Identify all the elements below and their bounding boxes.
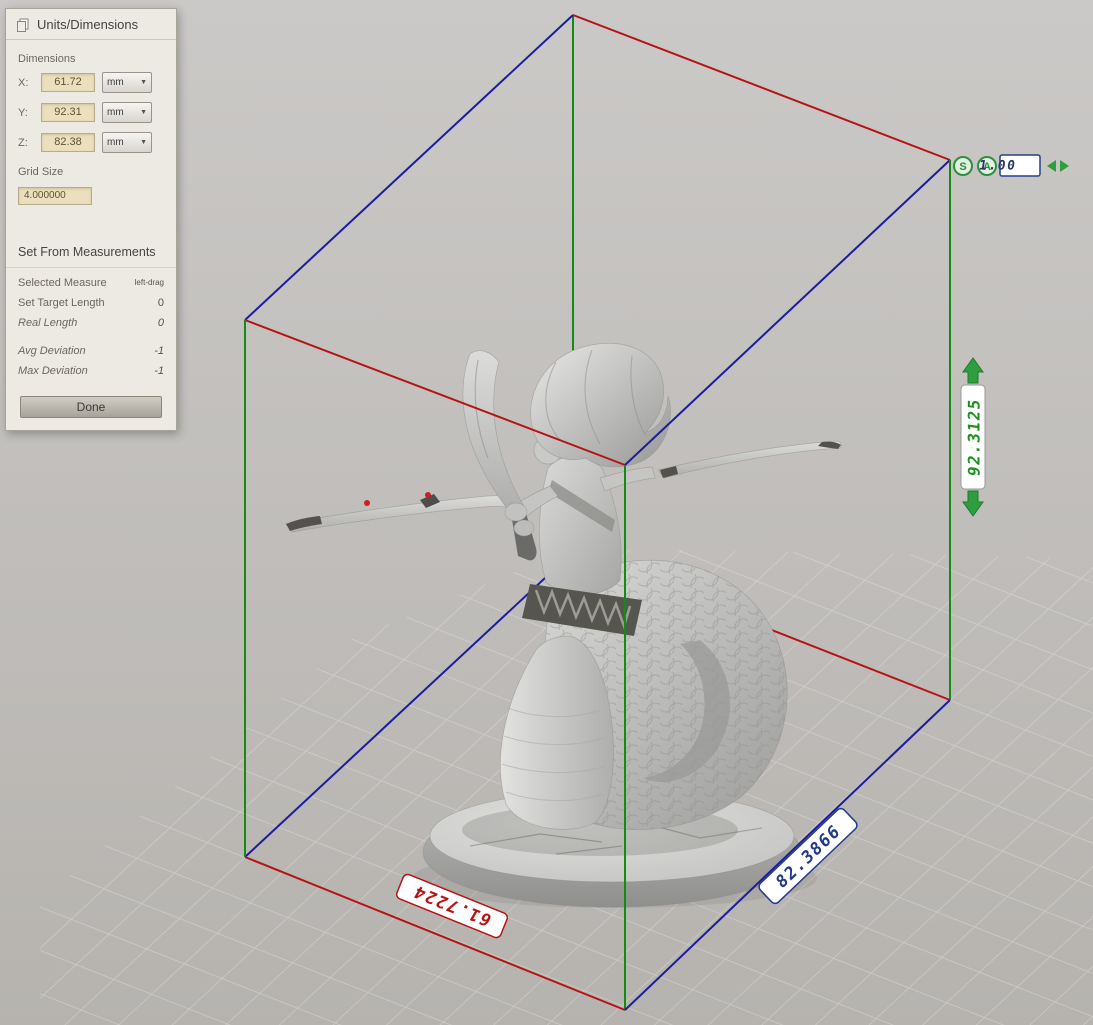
z-unit-value: mm — [107, 137, 124, 148]
z-axis-label: Z: — [18, 136, 28, 149]
selected-measure-label: Selected Measure — [18, 277, 107, 289]
chevron-down-icon: ▼ — [140, 139, 147, 146]
z-dimension-input[interactable]: 82.38 — [41, 133, 95, 152]
grid-size-input[interactable]: 4.000000 — [18, 187, 92, 205]
copy-pages-icon — [16, 18, 30, 32]
avg-deviation-row: Avg Deviation -1 — [18, 342, 164, 360]
panel-title: Units/Dimensions — [37, 17, 139, 32]
dimension-row-x: X: 61.72 mm ▼ — [18, 72, 164, 93]
done-button[interactable]: Done — [20, 396, 162, 418]
svg-text:S: S — [959, 161, 966, 173]
x-unit-select[interactable]: mm ▼ — [102, 72, 152, 93]
measurements-section-header: Set From Measurements — [18, 245, 156, 259]
x-axis-label: X: — [18, 76, 29, 89]
dimension-row-z: Z: 82.38 mm ▼ — [18, 132, 164, 153]
max-deviation-value: -1 — [154, 365, 164, 377]
chevron-down-icon: ▼ — [140, 109, 147, 116]
selected-measure-row: Selected Measure left-drag — [18, 274, 164, 292]
measure-point — [425, 492, 431, 498]
set-target-length-value[interactable]: 0 — [158, 294, 164, 312]
y-unit-value: mm — [107, 107, 124, 118]
chevron-down-icon: ▼ — [140, 79, 147, 86]
avg-deviation-label: Avg Deviation — [18, 345, 86, 357]
x-unit-value: mm — [107, 77, 124, 88]
grid-size-label: Grid Size — [18, 166, 64, 178]
set-target-length-row: Set Target Length 0 — [18, 294, 164, 312]
dimension-row-y: Y: 92.31 mm ▼ — [18, 102, 164, 123]
units-dimensions-panel: Units/Dimensions Dimensions X: 61.72 mm … — [5, 8, 177, 431]
meshmixer-window: 61.7224 82.3866 92.3125 S A 1.00 Units/D… — [0, 0, 1093, 1025]
svg-text:1.00: 1.00 — [978, 159, 1017, 174]
real-length-label: Real Length — [18, 317, 78, 329]
x-dimension-input[interactable]: 61.72 — [41, 73, 95, 92]
scale-value-box[interactable]: 1.00 — [978, 154, 1041, 177]
svg-text:92.3125: 92.3125 — [965, 397, 984, 478]
measure-point — [364, 500, 370, 506]
set-target-length-label: Set Target Length — [18, 297, 105, 309]
y-axis-label: Y: — [18, 106, 28, 119]
real-length-value: 0 — [157, 317, 164, 329]
avg-deviation-value: -1 — [154, 345, 164, 357]
panel-title-bar[interactable]: Units/Dimensions — [6, 9, 176, 40]
smooth-toggle[interactable]: S — [953, 156, 973, 176]
dimensions-section-label: Dimensions — [18, 53, 76, 65]
max-deviation-label: Max Deviation — [18, 365, 88, 377]
y-dimension-input[interactable]: 92.31 — [41, 103, 95, 122]
real-length-row: Real Length 0 — [18, 314, 164, 332]
divider — [6, 267, 176, 268]
max-deviation-row: Max Deviation -1 — [18, 362, 164, 380]
selected-measure-value: left-drag — [134, 278, 164, 287]
z-unit-select[interactable]: mm ▼ — [102, 132, 152, 153]
y-unit-select[interactable]: mm ▼ — [102, 102, 152, 123]
